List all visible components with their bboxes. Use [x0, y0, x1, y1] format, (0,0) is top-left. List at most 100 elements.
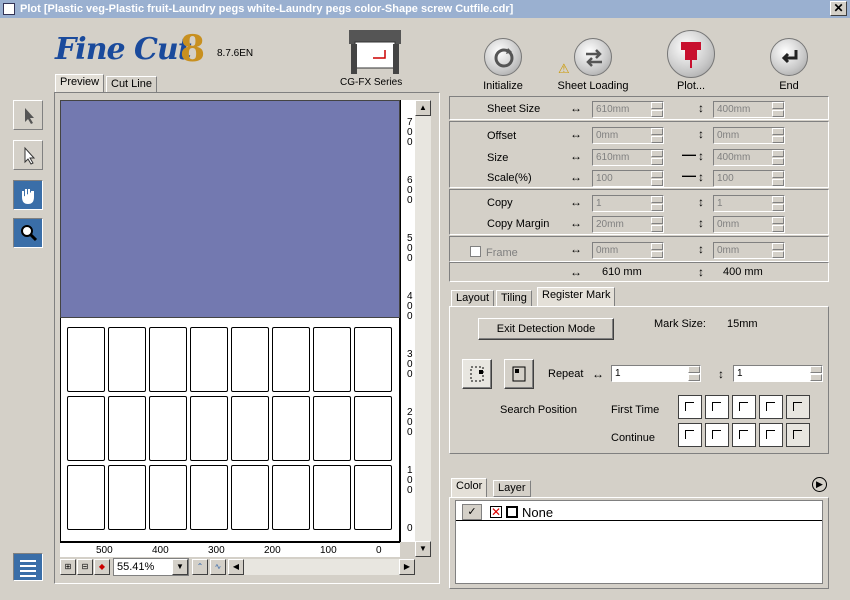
zoom-select[interactable]: 55.41% ▼ — [113, 558, 189, 576]
zoom-tool[interactable] — [13, 218, 43, 248]
copy-x-field[interactable]: 1 — [592, 195, 664, 212]
scale-x-field[interactable]: 100 — [592, 170, 664, 187]
check-icon[interactable]: ✓ — [462, 504, 482, 520]
color-view-button[interactable]: ◆ — [94, 559, 110, 575]
chevron-down-icon[interactable]: ▼ — [172, 559, 188, 575]
cut-shape[interactable] — [231, 465, 269, 530]
sheet-loading-button[interactable] — [574, 38, 612, 76]
vertical-ruler: 7 0 0 6 0 0 5 0 0 4 0 0 3 0 0 2 0 0 1 0 0 0 — [400, 100, 415, 542]
mark-type-1-button[interactable] — [462, 359, 492, 389]
app-icon — [3, 3, 15, 15]
end-label: End — [779, 80, 799, 92]
search-corner-button[interactable] — [786, 395, 810, 419]
tab-color[interactable]: Color — [451, 478, 488, 497]
end-button[interactable] — [770, 38, 808, 76]
height-arrow-icon: ↕ — [698, 101, 704, 115]
search-corner-button[interactable] — [678, 423, 702, 447]
scroll-right-button[interactable]: ▶ — [399, 559, 415, 575]
frame-y-field[interactable]: 0mm — [713, 242, 785, 259]
search-corner-button[interactable] — [732, 395, 756, 419]
tab-tiling[interactable]: Tiling — [496, 290, 532, 307]
margin-x-field[interactable]: 20mm — [592, 216, 664, 233]
cut-shape[interactable] — [354, 465, 392, 530]
tab-layout[interactable]: Layout — [451, 290, 495, 307]
cut-shape[interactable] — [67, 396, 105, 461]
scroll-left-button[interactable]: ◀ — [228, 559, 244, 575]
cut-shape[interactable] — [313, 396, 351, 461]
zoom-fit-button[interactable]: ⌃ — [192, 559, 208, 575]
tab-preview[interactable]: Preview — [55, 74, 105, 93]
list-item[interactable]: ✓ ✕ None — [456, 502, 822, 521]
hand-tool[interactable] — [13, 180, 43, 210]
zoom-wave-button[interactable]: ∿ — [210, 559, 226, 575]
cut-shape[interactable] — [149, 327, 187, 392]
cut-shape[interactable] — [354, 396, 392, 461]
height-arrow-icon: ↕ — [698, 170, 704, 184]
tab-layer[interactable]: Layer — [493, 480, 531, 497]
cut-shape[interactable] — [67, 327, 105, 392]
cut-shape[interactable] — [313, 327, 351, 392]
horizontal-scrollbar[interactable]: ◀ ▶ — [228, 559, 415, 575]
sheet-area — [60, 100, 400, 318]
repeat-x-field[interactable]: 1 — [611, 365, 701, 382]
offset-x-field[interactable]: 0mm — [592, 127, 664, 144]
offset-y-field[interactable]: 0mm — [713, 127, 785, 144]
total-height: 400 mm — [723, 266, 763, 278]
size-h-value: 400mm — [717, 152, 751, 163]
fit-view-button[interactable]: ⊞ — [60, 559, 76, 575]
close-button[interactable]: ✕ — [830, 1, 847, 16]
size-w-field[interactable]: 610mm — [592, 149, 664, 166]
tab-cut-line[interactable]: Cut Line — [106, 76, 157, 93]
cut-shape[interactable] — [108, 396, 146, 461]
cut-shape[interactable] — [354, 327, 392, 392]
scroll-up-button[interactable]: ▲ — [415, 100, 431, 116]
cut-shape[interactable] — [231, 396, 269, 461]
cut-shape[interactable] — [190, 396, 228, 461]
exit-detection-button[interactable]: Exit Detection Mode — [478, 318, 614, 340]
cut-shape[interactable] — [272, 396, 310, 461]
cut-shape[interactable] — [149, 396, 187, 461]
search-corner-button[interactable] — [705, 395, 729, 419]
search-corner-button[interactable] — [786, 423, 810, 447]
plot-button[interactable] — [667, 30, 715, 78]
cut-shape[interactable] — [272, 465, 310, 530]
list-view-button[interactable] — [13, 553, 43, 581]
tab-register-mark[interactable]: Register Mark — [537, 287, 616, 306]
size-w-value: 610mm — [596, 152, 630, 163]
cut-shape[interactable] — [190, 465, 228, 530]
frame-checkbox[interactable] — [470, 246, 481, 257]
sheet-height-field[interactable]: 400mm — [713, 101, 785, 118]
vertical-scrollbar[interactable]: ▲ ▼ — [415, 100, 431, 557]
sheet-width-field[interactable]: 610mm — [592, 101, 664, 118]
cut-shape[interactable] — [108, 327, 146, 392]
repeat-y-field[interactable]: 1 — [733, 365, 823, 382]
scale-y-field[interactable]: 100 — [713, 170, 785, 187]
margin-y-field[interactable]: 0mm — [713, 216, 785, 233]
node-select-tool[interactable] — [13, 140, 43, 170]
cut-shape[interactable] — [149, 465, 187, 530]
cut-shape[interactable] — [313, 465, 351, 530]
link-dash-icon[interactable]: — — [682, 146, 696, 162]
frame-x-field[interactable]: 0mm — [592, 242, 664, 259]
search-corner-button[interactable] — [759, 395, 783, 419]
cut-shape[interactable] — [231, 327, 269, 392]
height-arrow-icon: ↕ — [698, 149, 704, 163]
play-circle-icon[interactable]: ▶ — [812, 477, 827, 492]
size-h-field[interactable]: 400mm — [713, 149, 785, 166]
scroll-down-button[interactable]: ▼ — [415, 541, 431, 557]
search-corner-button[interactable] — [705, 423, 729, 447]
cut-shape[interactable] — [108, 465, 146, 530]
cut-shape[interactable] — [272, 327, 310, 392]
mark-type-2-button[interactable] — [504, 359, 534, 389]
link-dash-icon[interactable]: — — [682, 167, 696, 183]
cut-shape[interactable] — [190, 327, 228, 392]
initialize-button[interactable] — [484, 38, 522, 76]
search-corner-button[interactable] — [732, 423, 756, 447]
cut-shape[interactable] — [67, 465, 105, 530]
copy-y-field[interactable]: 1 — [713, 195, 785, 212]
search-corner-button[interactable] — [678, 395, 702, 419]
select-tool[interactable] — [13, 100, 43, 130]
page-view-button[interactable]: ⊟ — [77, 559, 93, 575]
search-corner-button[interactable] — [759, 423, 783, 447]
copy-x-value: 1 — [596, 198, 602, 209]
